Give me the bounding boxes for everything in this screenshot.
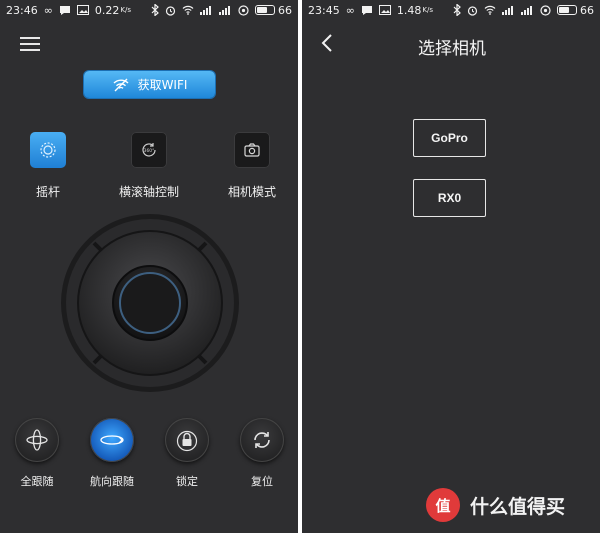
camera-mode-button[interactable]	[234, 132, 270, 168]
pan-follow-label: 航向跟随	[90, 475, 134, 488]
bluetooth-icon	[151, 4, 159, 16]
lock-button[interactable]	[165, 418, 209, 462]
camera-icon	[244, 143, 260, 157]
watermark-logo: 值	[426, 488, 460, 522]
joystick-mode-label: 摇杆	[35, 185, 60, 199]
hamburger-menu-icon[interactable]	[20, 37, 40, 51]
joystick-pad[interactable]	[60, 213, 240, 393]
camera-mode-label: 相机模式	[227, 185, 276, 199]
wifi-status-icon	[484, 5, 496, 15]
battery-indicator: 66	[557, 4, 594, 17]
battery-fill	[559, 7, 569, 13]
full-follow-icon	[26, 429, 48, 451]
select-camera-screen: 23:45 ∞ 1.48 K/s 66	[302, 0, 600, 533]
reset-button[interactable]	[240, 418, 284, 462]
reset-icon	[254, 432, 270, 448]
battery-fill	[257, 7, 267, 13]
camera-option-rx0[interactable]: RX0	[413, 179, 486, 217]
pan-follow-button[interactable]	[90, 418, 134, 462]
gear-icon	[40, 142, 56, 158]
reset-label: 复位	[251, 475, 273, 488]
net-speed-unit: K/s	[120, 6, 131, 14]
get-wifi-label: 获取WIFI	[137, 78, 188, 92]
alarm-icon	[165, 5, 176, 16]
camera-option-gopro[interactable]: GoPro	[413, 119, 486, 157]
roll-axis-control-label: 横滚轴控制	[118, 185, 179, 199]
wifi-slash-icon	[113, 78, 129, 91]
gallery-icon	[76, 5, 89, 15]
status-bar: 23:46 ∞ 0.22 K/s 66	[0, 0, 298, 20]
lock-label: 锁定	[176, 475, 198, 488]
roll-axis-control-button[interactable]: 360°	[131, 132, 167, 168]
signal-icon-2	[521, 5, 534, 15]
battery-indicator: 66	[255, 4, 292, 17]
signal-icon	[502, 5, 515, 15]
back-arrow-icon[interactable]	[320, 33, 334, 53]
status-bar-2: 23:45 ∞ 1.48 K/s 66	[302, 0, 600, 20]
signal-icon	[200, 5, 213, 15]
net-speed: 0.22 K/s	[95, 4, 131, 17]
watermark: 值 什么值得买	[426, 488, 565, 522]
joystick-mode-button[interactable]	[30, 132, 66, 168]
status-time: 23:46	[6, 3, 38, 17]
message-icon	[59, 5, 71, 16]
infinity-icon: ∞	[43, 3, 53, 17]
signal-icon-2	[219, 5, 232, 15]
battery-percent: 66	[278, 3, 292, 17]
battery-icon	[557, 5, 577, 15]
net-speed-value: 1.48	[396, 3, 422, 17]
get-wifi-button[interactable]: 获取WIFI	[84, 71, 215, 98]
message-icon	[361, 5, 373, 16]
battery-icon	[255, 5, 275, 15]
lock-icon	[176, 430, 198, 452]
net-speed-unit: K/s	[422, 6, 433, 14]
net-speed: 1.48 K/s	[397, 4, 433, 17]
battery-percent: 66	[580, 3, 594, 17]
watermark-logo-text: 值	[435, 496, 451, 515]
alarm-icon	[467, 5, 478, 16]
sync-icon	[238, 4, 249, 16]
watermark-text: 什么值得买	[470, 495, 566, 518]
pan-follow-icon	[100, 435, 124, 445]
status-time: 23:45	[308, 3, 340, 17]
page-title: 选择相机	[418, 39, 486, 59]
svg-text:360°: 360°	[144, 148, 155, 154]
gallery-icon	[378, 5, 391, 15]
full-follow-button[interactable]	[15, 418, 59, 462]
gimbal-control-screen: 23:46 ∞ 0.22 K/s 66 获取WIFI 摇杆 360° 横滚轴控制…	[0, 0, 298, 533]
net-speed-value: 0.22	[94, 3, 120, 17]
rotate-360-icon: 360°	[142, 143, 156, 157]
wifi-status-icon	[182, 5, 194, 15]
sync-icon	[540, 4, 551, 16]
full-follow-label: 全跟随	[20, 475, 54, 488]
infinity-icon: ∞	[345, 3, 355, 17]
bluetooth-icon	[453, 4, 461, 16]
